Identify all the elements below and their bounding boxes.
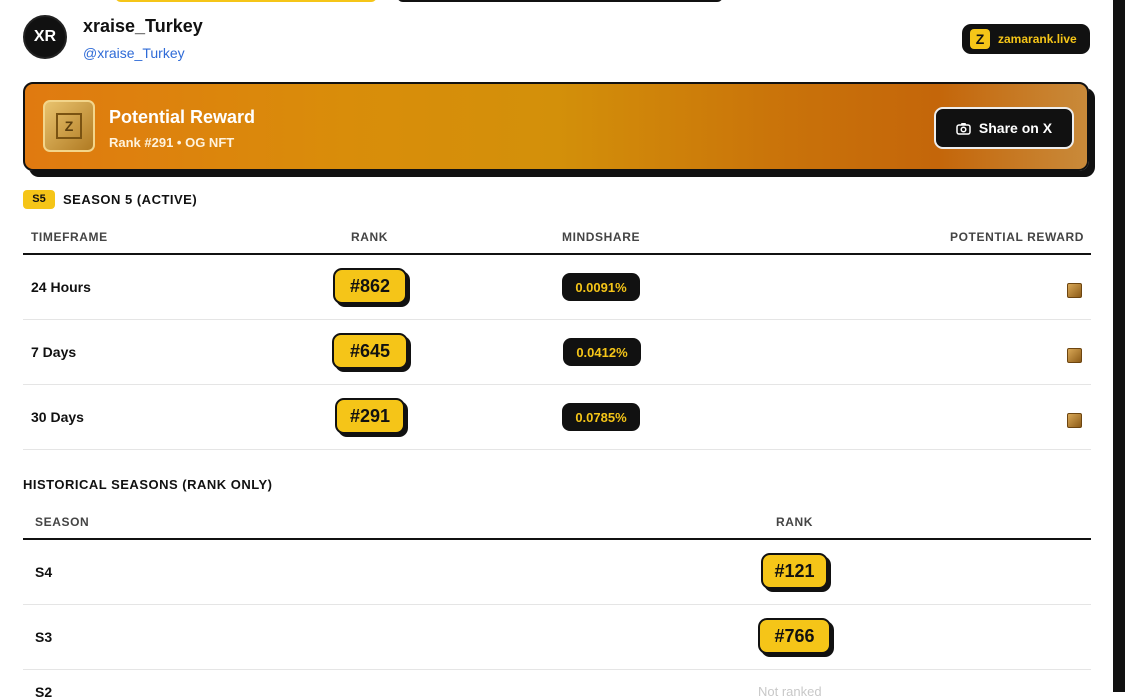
zamarank-brand-badge[interactable]: Z zamarank.live	[962, 24, 1090, 54]
reward-subtitle: Rank #291 • OG NFT	[109, 135, 235, 150]
table-header-rule	[23, 538, 1091, 540]
col-header-potential-reward: POTENTIAL REWARD	[950, 230, 1085, 244]
badge-letter: Z	[56, 113, 82, 139]
timeframe-label: 7 Days	[31, 344, 77, 360]
season-chip: S5	[23, 189, 55, 209]
col-header-timeframe: TIMEFRAME	[31, 230, 108, 244]
season-label: S2	[35, 684, 53, 700]
mindshare-badge: 0.0412%	[563, 338, 641, 366]
display-name: xraise_Turkey	[83, 16, 203, 36]
mindshare-badge: 0.0785%	[562, 403, 640, 431]
col-header-rank: RANK	[351, 230, 389, 244]
rank-badge: #121	[761, 553, 828, 589]
reward-title: Potential Reward	[109, 107, 256, 127]
zama-logo-icon: Z	[970, 29, 990, 49]
mindshare-badge: 0.0091%	[562, 273, 640, 301]
top-tab-yellow[interactable]	[115, 0, 377, 2]
row-divider	[23, 319, 1091, 320]
share-on-x-button[interactable]: Share on X	[934, 107, 1074, 149]
brand-label: zamarank.live	[998, 32, 1077, 46]
row-divider	[23, 669, 1091, 670]
rank-badge: #862	[333, 268, 407, 304]
og-nft-badge-icon: Z	[43, 100, 95, 152]
row-divider	[23, 604, 1091, 605]
window-edge	[1113, 0, 1125, 692]
camera-icon	[956, 122, 971, 135]
historical-seasons-title: HISTORICAL SEASONS (RANK ONLY)	[23, 477, 273, 492]
table-header-rule	[23, 253, 1091, 255]
rank-badge: #291	[335, 398, 405, 434]
nft-reward-icon	[1067, 413, 1082, 428]
share-label: Share on X	[978, 120, 1053, 136]
avatar: XR	[23, 15, 67, 59]
nft-reward-icon	[1067, 283, 1082, 298]
timeframe-label: 24 Hours	[31, 279, 91, 295]
timeframe-label: 30 Days	[31, 409, 84, 425]
season-label: S3	[35, 629, 53, 645]
col-header-rank: RANK	[776, 515, 814, 529]
season-header: S5 SEASON 5 (ACTIVE)	[23, 189, 197, 209]
rank-badge: #766	[758, 618, 831, 654]
season-title: SEASON 5 (ACTIVE)	[63, 191, 198, 207]
top-tab-dark[interactable]	[397, 0, 723, 2]
row-divider	[23, 384, 1091, 385]
potential-reward-card: Z Potential Reward Rank #291 • OG NFT Sh…	[23, 82, 1089, 171]
user-handle-link[interactable]: @xraise_Turkey	[83, 45, 185, 61]
season-label: S4	[35, 564, 53, 580]
rank-badge: #645	[332, 333, 408, 369]
nft-reward-icon	[1067, 348, 1082, 363]
row-divider	[23, 449, 1091, 450]
col-header-season: SEASON	[35, 515, 90, 529]
col-header-mindshare: MINDSHARE	[562, 230, 641, 244]
